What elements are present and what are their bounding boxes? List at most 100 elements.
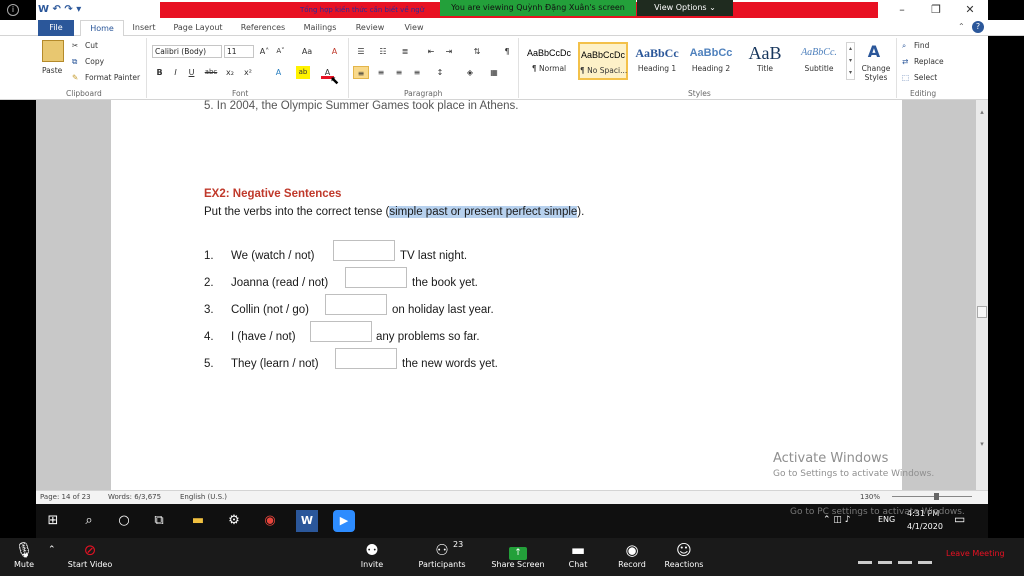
leave-meeting-button[interactable]: Leave Meeting [946, 548, 1020, 560]
answer-blank[interactable] [333, 240, 395, 261]
close-button[interactable]: ✕ [952, 0, 988, 20]
restore-button[interactable]: ❐ [918, 0, 954, 20]
page-count[interactable]: Page: 14 of 23 [40, 490, 91, 504]
cut-icon[interactable]: ✂ [72, 41, 78, 51]
record-button[interactable]: ◉ Record [614, 540, 650, 569]
bullets-icon[interactable]: ☰ [354, 45, 368, 58]
find-icon[interactable]: ⌕ [902, 41, 906, 51]
chat-button[interactable]: ▬ Chat [562, 540, 594, 569]
tab-mailings[interactable]: Mailings [298, 20, 342, 36]
show-hide-pilcrow-button[interactable]: ¶ [500, 45, 514, 58]
tab-references[interactable]: References [236, 20, 290, 36]
tab-review[interactable]: Review [350, 20, 390, 36]
answer-blank[interactable] [310, 321, 372, 342]
share-screen-button[interactable]: ↑ Share Screen [490, 540, 546, 569]
chrome-icon[interactable]: ◉ [259, 510, 281, 532]
scroll-thumb[interactable] [977, 306, 987, 318]
text-effects-button[interactable]: A [272, 66, 285, 79]
cortana-icon[interactable]: ○ [113, 510, 135, 532]
word-taskbar-icon[interactable]: W [296, 510, 318, 532]
clear-formatting-button[interactable]: A [328, 45, 341, 58]
bold-button[interactable]: B [153, 66, 166, 79]
tab-insert[interactable]: Insert [128, 20, 160, 36]
clock-date[interactable]: 4/1/2020 [907, 522, 943, 531]
tab-file[interactable]: File [38, 20, 74, 36]
search-icon[interactable]: ⌕ [78, 510, 100, 532]
answer-blank[interactable] [345, 267, 407, 288]
replace-icon[interactable]: ⇄ [902, 57, 908, 67]
format-painter-button[interactable]: Format Painter [85, 73, 140, 83]
zoom-slider-thumb[interactable] [934, 493, 939, 500]
shading-icon[interactable]: ◈ [462, 66, 478, 79]
style-heading-1[interactable]: AaBbCc Heading 1 [632, 42, 682, 80]
copy-button[interactable]: Copy [85, 57, 104, 67]
minimize-button[interactable]: – [884, 0, 920, 20]
ribbon-collapse-icon[interactable]: ⌃ [958, 21, 970, 33]
word-count[interactable]: Words: 6/3,675 [108, 490, 161, 504]
underline-button[interactable]: U [185, 66, 198, 79]
tab-view[interactable]: View [398, 20, 430, 36]
grow-font-button[interactable]: A˄ [258, 45, 271, 58]
subscript-button[interactable]: x₂ [222, 66, 238, 79]
align-left-icon[interactable]: ≡ [353, 66, 369, 79]
italic-button[interactable]: I [169, 66, 182, 79]
increase-indent-icon[interactable]: ⇥ [442, 45, 456, 58]
borders-icon[interactable]: ▦ [486, 66, 502, 79]
format-painter-icon[interactable]: ✎ [72, 73, 78, 83]
style-no-spacing[interactable]: AaBbCcDc ¶ No Spaci... [578, 42, 628, 80]
select-icon[interactable]: ⬚ [902, 73, 909, 83]
find-button[interactable]: Find [914, 41, 929, 51]
reactions-button[interactable]: ☺ Reactions [662, 540, 706, 569]
change-styles-icon[interactable]: A [862, 42, 886, 62]
change-case-button[interactable]: Aa [298, 45, 316, 58]
invite-button[interactable]: ⚉ Invite [354, 540, 390, 569]
replace-button[interactable]: Replace [914, 57, 944, 67]
language-indicator[interactable]: English (U.S.) [180, 490, 227, 504]
highlight-button[interactable]: ab [296, 66, 310, 79]
style-subtitle[interactable]: AaBbCc. Subtitle [794, 42, 844, 80]
quick-access-toolbar[interactable]: W ↶ ↷ ▾ [38, 0, 158, 20]
decrease-indent-icon[interactable]: ⇤ [424, 45, 438, 58]
font-size-select[interactable]: 11 [224, 45, 254, 58]
windows-start-icon[interactable]: ⊞ [42, 510, 64, 532]
view-options-button[interactable]: View Options ⌄ [637, 0, 733, 16]
change-styles-button[interactable]: Change Styles [858, 64, 894, 82]
cut-button[interactable]: Cut [85, 41, 98, 51]
align-center-icon[interactable]: ≡ [373, 66, 389, 79]
help-icon[interactable]: ? [972, 21, 984, 33]
select-button[interactable]: Select [914, 73, 937, 83]
mute-button[interactable]: 🎙︎ Mute [8, 540, 40, 569]
answer-blank[interactable] [335, 348, 397, 369]
paste-button[interactable]: Paste [42, 66, 62, 76]
scroll-up-icon[interactable]: ▴ [978, 108, 986, 116]
zoom-taskbar-icon[interactable]: ▶ [333, 510, 355, 532]
start-video-button[interactable]: ⊘ Start Video [62, 540, 118, 569]
superscript-button[interactable]: x² [240, 66, 256, 79]
task-view-icon[interactable]: ⧉ [148, 510, 170, 532]
tab-home[interactable]: Home [80, 20, 124, 36]
multilevel-list-icon[interactable]: ≣ [398, 45, 412, 58]
copy-icon[interactable]: ⧉ [72, 57, 77, 67]
vertical-scrollbar[interactable]: ▴ ▾ [976, 100, 988, 490]
shrink-font-button[interactable]: A˅ [274, 45, 287, 58]
styles-scroll-icon[interactable]: ▴ ▾ ▾ [846, 42, 855, 80]
zoom-slider[interactable] [892, 496, 972, 497]
file-explorer-icon[interactable]: ▬ [187, 510, 209, 532]
info-icon[interactable]: i [7, 4, 19, 16]
scroll-down-icon[interactable]: ▾ [978, 440, 986, 448]
style-heading-2[interactable]: AaBbCc Heading 2 [686, 42, 736, 80]
style-normal[interactable]: AaBbCcDc ¶ Normal [524, 42, 574, 80]
style-title[interactable]: AaB Title [740, 42, 790, 80]
align-right-icon[interactable]: ≡ [391, 66, 407, 79]
answer-blank[interactable] [325, 294, 387, 315]
sort-icon[interactable]: ⇅ [470, 45, 484, 58]
paste-icon[interactable] [42, 40, 64, 62]
strikethrough-button[interactable]: abc [203, 66, 219, 79]
font-family-select[interactable]: Calibri (Body) [152, 45, 222, 58]
settings-gear-icon[interactable]: ⚙ [223, 510, 245, 532]
zoom-level[interactable]: 130% [860, 490, 880, 504]
audio-options-chevron-icon[interactable]: ⌃ [48, 545, 56, 555]
justify-icon[interactable]: ≡ [409, 66, 425, 79]
document-page[interactable]: 5. In 2004, the Olympic Summer Games too… [111, 100, 902, 490]
tab-page-layout[interactable]: Page Layout [168, 20, 228, 36]
